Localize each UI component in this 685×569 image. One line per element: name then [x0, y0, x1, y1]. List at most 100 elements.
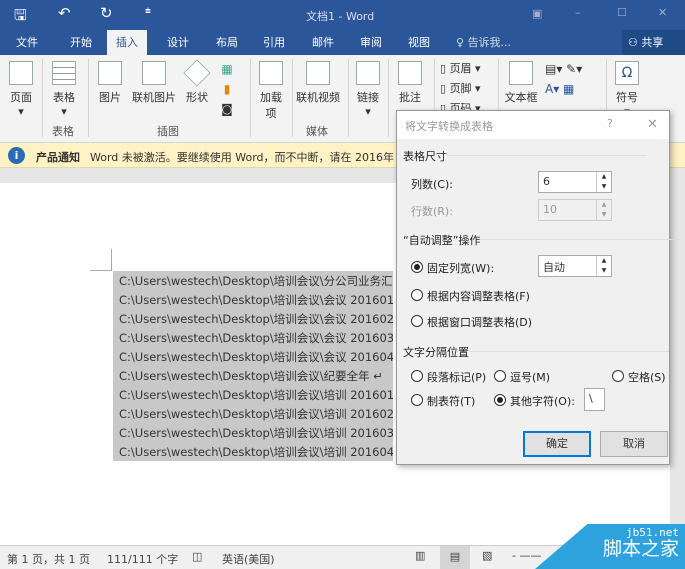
online-pictures-button[interactable]: 联机图片 — [130, 61, 178, 105]
notice-title: 产品通知 — [36, 151, 80, 164]
print-layout-icon[interactable]: ▤ — [440, 546, 470, 569]
tab-view[interactable]: 视图 — [408, 34, 430, 50]
tab-design[interactable]: 设计 — [167, 34, 189, 50]
separator-tab-label: 制表符(T) — [427, 395, 476, 408]
separator-comma-radio[interactable] — [494, 370, 506, 382]
document-line[interactable]: C:\Users\westech\Desktop\培训会议\会议 201603 — [113, 328, 393, 347]
store-icon — [259, 61, 283, 85]
omega-icon: Ω — [615, 61, 639, 85]
divider — [42, 59, 43, 137]
redo-icon[interactable]: ↻ — [100, 4, 113, 22]
lightbulb-icon: ♀ — [456, 36, 465, 49]
illustration-small-icons[interactable]: ▦ ▮ ◙ — [218, 59, 236, 119]
textbox-button[interactable]: 文本框 — [503, 61, 539, 105]
ok-button[interactable]: 确定 — [523, 431, 591, 457]
document-line[interactable]: C:\Users\westech\Desktop\培训会议\培训 201602 — [113, 404, 393, 423]
table-button[interactable]: 表格 ▾ — [48, 61, 80, 118]
web-layout-icon[interactable]: ▧ — [482, 549, 492, 562]
document-line[interactable]: C:\Users\westech\Desktop\培训会议\培训 201601 — [113, 385, 393, 404]
tab-insert[interactable]: 插入 — [107, 30, 147, 55]
fixed-width-radio[interactable] — [411, 261, 423, 273]
comment-button[interactable]: 批注 — [394, 61, 426, 105]
person-icon: ⚇ — [628, 36, 638, 49]
share-button[interactable]: ⚇ 共享 — [622, 30, 685, 55]
document-line[interactable]: C:\Users\westech\Desktop\培训会议\培训 201604 — [113, 442, 393, 461]
cancel-button[interactable]: 取消 — [600, 431, 668, 457]
minimize-icon[interactable]: – — [575, 6, 581, 19]
separator-space-radio[interactable] — [612, 370, 624, 382]
separator-other-radio[interactable] — [494, 394, 506, 406]
separator-other-label: 其他字符(O): — [510, 395, 575, 408]
tab-layout[interactable]: 布局 — [216, 34, 238, 50]
header-button[interactable]: ▯ 页眉 ▾ — [440, 59, 481, 79]
undo-icon[interactable]: ↶ — [58, 4, 71, 22]
language[interactable]: 英语(美国) — [222, 551, 275, 567]
smartart-icon: ▦ — [221, 62, 233, 76]
spin-arrows-icon[interactable]: ▲ ▼ — [596, 256, 611, 276]
word-count[interactable]: 111/111 个字 — [107, 551, 178, 567]
pictures-button[interactable]: 图片 — [94, 61, 126, 105]
divider — [388, 59, 389, 137]
links-button[interactable]: 链接 ▾ — [354, 61, 382, 118]
ribbon-display-icon[interactable]: ▣ — [532, 7, 542, 20]
video-icon — [306, 61, 330, 85]
convert-text-to-table-dialog: 将文字转换成表格 ? ✕ 表格尺寸 列数(C): 6 ▲ ▼ 行数(R): 10 ▲ ▼… — [396, 110, 682, 465]
tab-review[interactable]: 审阅 — [360, 34, 382, 50]
tab-mailings[interactable]: 邮件 — [312, 34, 334, 50]
other-character-input[interactable]: \ — [584, 388, 605, 411]
read-mode-icon[interactable]: ▥ — [415, 549, 425, 562]
footer-button[interactable]: ▯ 页脚 ▾ — [440, 79, 481, 99]
customize-toolbar-icon[interactable]: ⩧ — [145, 6, 151, 17]
document-line[interactable]: C:\Users\westech\Desktop\培训会议\会议 201602 — [113, 309, 393, 328]
fit-content-label: 根据内容调整表格(F) — [427, 290, 530, 303]
section-table-size: 表格尺寸 — [403, 150, 647, 163]
divider — [348, 59, 349, 137]
tab-references[interactable]: 引用 — [263, 34, 285, 50]
document-line[interactable]: C:\Users\westech\Desktop\培训会议\分公司业务汇 — [113, 271, 393, 290]
section-autofit: “自动调整”操作 — [403, 234, 682, 247]
rows-label: 行数(R): — [411, 205, 453, 218]
save-icon[interactable]: 🖫 — [14, 5, 27, 30]
close-icon[interactable]: ✕ — [658, 6, 667, 19]
zoom-slider[interactable]: - —— — [512, 549, 541, 562]
addins-button[interactable]: 加载项 — [256, 61, 286, 121]
proofing-icon[interactable]: ◫ — [192, 550, 202, 563]
tab-home[interactable]: 开始 — [70, 34, 92, 50]
text-small-icons[interactable]: ▤▾ ✎▾ A▾ ▦ — [545, 59, 595, 99]
separator-comma-label: 逗号(M) — [510, 371, 551, 384]
vertical-scrollbar[interactable] — [670, 168, 685, 545]
columns-stepper[interactable]: 6 ▲ ▼ — [538, 171, 612, 193]
link-icon — [356, 61, 380, 85]
quick-parts-icon: ▤▾ ✎▾ — [545, 62, 583, 76]
fixed-width-label: 固定列宽(W): — [427, 262, 495, 275]
spin-arrows-icon[interactable]: ▲ ▼ — [596, 172, 611, 192]
separator-space-label: 空格(S) — [628, 371, 666, 384]
rows-stepper: 10 ▲ ▼ — [538, 199, 612, 221]
shapes-button[interactable]: 形状 — [182, 59, 212, 105]
margin-corner-mark — [90, 249, 112, 271]
close-button[interactable]: ✕ — [647, 117, 658, 132]
document-line[interactable]: C:\Users\westech\Desktop\培训会议\培训 201603 — [113, 423, 393, 442]
separator-paragraph-radio[interactable] — [411, 370, 423, 382]
shapes-icon — [183, 59, 211, 87]
help-button[interactable]: ? — [607, 117, 613, 130]
wordart-icon: A▾ ▦ — [545, 82, 575, 96]
tab-file[interactable]: 文件 — [16, 34, 38, 50]
comment-icon — [398, 61, 422, 85]
fixed-width-stepper[interactable]: 自动 ▲ ▼ — [538, 255, 612, 277]
fit-window-radio[interactable] — [411, 315, 423, 327]
columns-label: 列数(C): — [411, 178, 453, 191]
fit-content-radio[interactable] — [411, 289, 423, 301]
document-line[interactable]: C:\Users\westech\Desktop\培训会议\纪要全年 ↵ — [113, 366, 393, 385]
document-line[interactable]: C:\Users\westech\Desktop\培训会议\会议 201601 — [113, 290, 393, 309]
separator-tab-radio[interactable] — [411, 394, 423, 406]
document-line[interactable]: C:\Users\westech\Desktop\培训会议\会议 201604 — [113, 347, 393, 366]
online-video-button[interactable]: 联机视频 — [295, 61, 341, 105]
group-label-illustrations: 插图 — [157, 125, 179, 138]
page-count[interactable]: 第 1 页，共 1 页 — [7, 551, 90, 567]
tell-me-search[interactable]: ♀ 告诉我... — [456, 34, 511, 50]
group-label-tables: 表格 — [52, 125, 74, 138]
dialog-title: 将文字转换成表格 — [405, 120, 493, 133]
maximize-icon[interactable]: ☐ — [617, 6, 627, 19]
pages-button[interactable]: 页面 ▾ — [6, 61, 36, 118]
